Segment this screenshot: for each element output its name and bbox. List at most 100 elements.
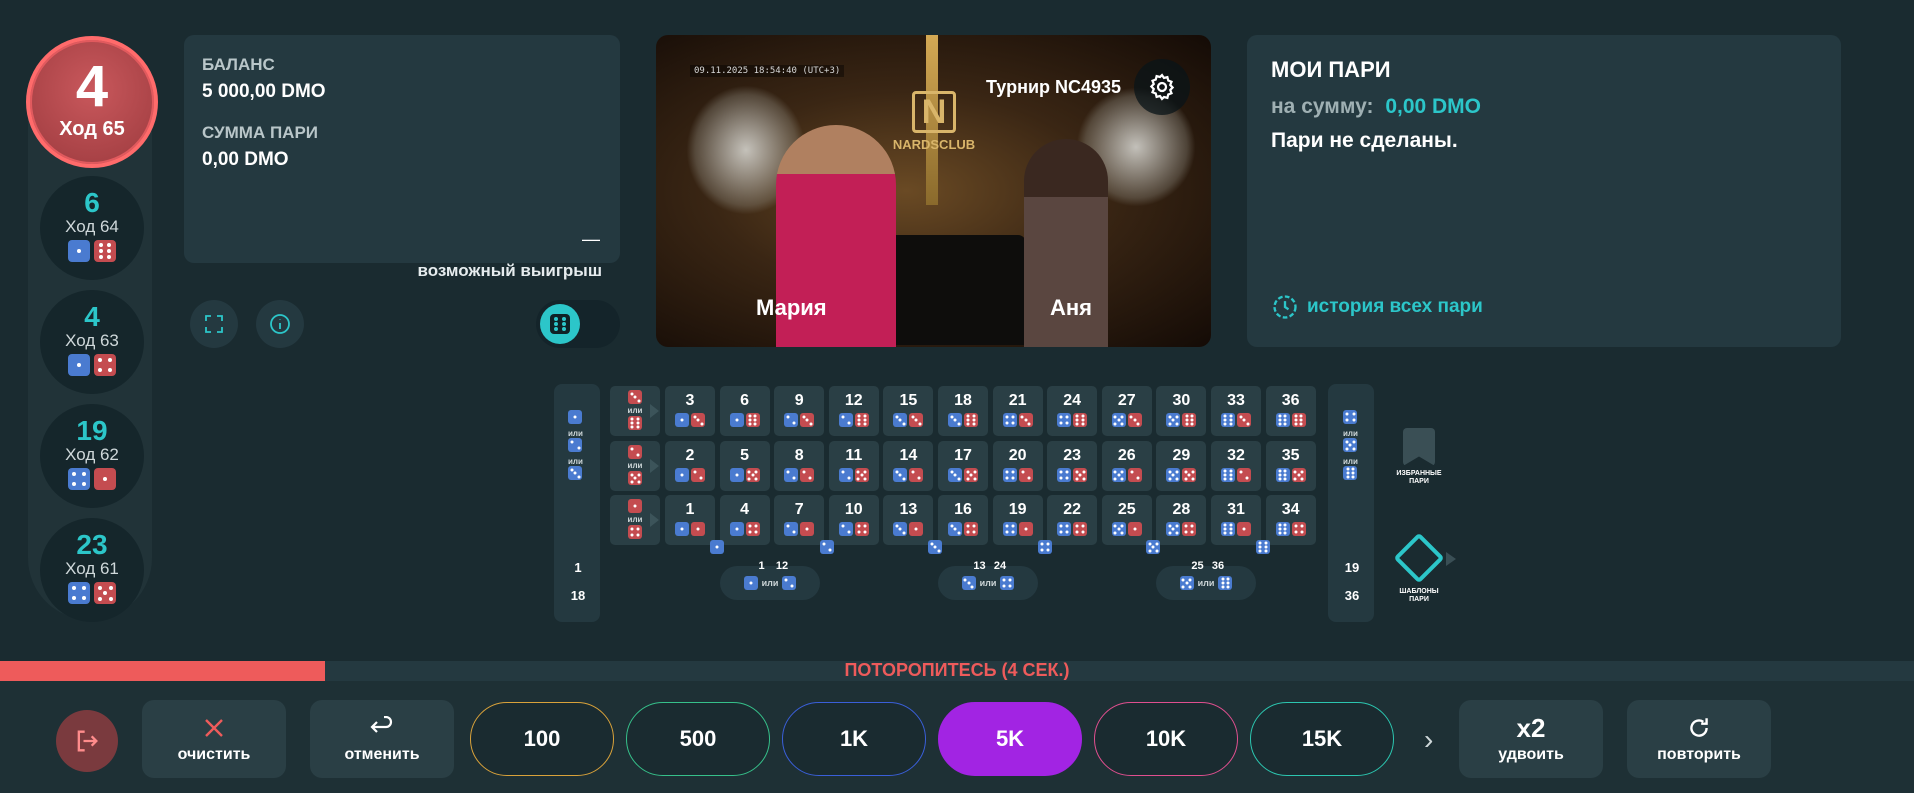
live-video: N NARDSCLUB 09.11.2025 18:54:40 (UTC+3) … [656,35,1211,347]
chips-next-arrow[interactable]: › [1424,724,1433,756]
blue-die-icon [1057,468,1072,482]
number-cell[interactable]: 9 [774,386,825,436]
history-number: 6 [84,187,100,218]
chip-10k[interactable]: 10K [1094,702,1238,776]
blue-die-icon [675,413,689,427]
exit-icon [77,730,98,752]
chip-500[interactable]: 500 [626,702,770,776]
repeat-button[interactable]: повторить [1627,700,1771,778]
number-cell[interactable]: 24 [1047,386,1098,436]
dozen-bet[interactable]: или [720,566,820,600]
player-right-name: Аня [1050,295,1093,320]
blue-die-icon [948,522,962,536]
number-cell[interactable]: 7 [774,495,825,545]
number-cell[interactable]: 31 [1211,495,1261,545]
number-cell[interactable]: 10 [828,495,879,545]
current-number: 4 [75,54,109,119]
chip-5k[interactable]: 5K [938,702,1082,776]
blue-die-icon [928,540,942,554]
bet-history-link[interactable]: история всех пари [1271,293,1483,321]
number-cell[interactable]: 34 [1265,495,1316,545]
blue-die-icon [1000,576,1015,590]
blue-die-icon [1166,522,1181,536]
chip-100[interactable]: 100 [470,702,614,776]
blue-die-icon [784,413,799,427]
number-cell[interactable]: 20 [992,441,1043,491]
row-bet[interactable]: или [610,495,660,545]
chip-1k[interactable]: 1K [782,702,926,776]
dice-view-toggle[interactable] [536,300,620,348]
number-cell[interactable]: 26 [1101,441,1152,491]
number-cell[interactable]: 33 [1211,386,1261,436]
number-cell[interactable]: 2 [665,441,715,491]
number-cell[interactable]: 32 [1211,441,1261,491]
number-cell[interactable]: 30 [1156,386,1207,436]
double-icon: x2 [1516,712,1546,743]
number-cell[interactable]: 18 [938,386,988,436]
number-cell[interactable]: 4 [719,495,770,545]
blue-die-icon [1038,540,1052,554]
dozen-from: 1 [758,560,765,572]
number-cell[interactable]: 3 [665,386,715,436]
number-cell[interactable]: 5 [719,441,770,491]
double-button[interactable]: x2 удвоить [1459,700,1603,778]
blue-die-icon [729,413,744,427]
bet-templates-button[interactable]: ШАБЛОНЫ ПАРИ [1390,532,1448,604]
history-item: 23 Ход 61 [40,518,144,622]
number-cell[interactable]: 27 [1101,386,1152,436]
red-die-icon [628,445,642,459]
number-cell[interactable]: 17 [938,441,988,491]
red-die-icon [691,522,705,536]
dozen-bet[interactable]: или [938,566,1038,600]
number-cell[interactable]: 16 [938,495,988,545]
high-range-from: 19 [1344,560,1360,575]
number-cell[interactable]: 6 [719,386,770,436]
number-cell[interactable]: 11 [828,441,879,491]
blue-die-icon [893,468,908,482]
exit-button[interactable] [56,710,118,772]
diamond-icon [1393,532,1445,584]
info-button[interactable] [256,300,304,348]
red-die-icon [1291,413,1306,427]
number-cell[interactable]: 19 [992,495,1043,545]
blue-die-icon [1166,413,1181,427]
blue-die-icon [1002,522,1017,536]
settings-button[interactable] [1134,59,1190,115]
history-move: Ход 62 [65,445,119,464]
number-cell[interactable]: 36 [1265,386,1316,436]
chip-15k[interactable]: 15K [1250,702,1394,776]
row-bet[interactable]: или [610,441,660,491]
blue-die-icon [1002,468,1017,482]
red-die-icon [1127,522,1142,536]
possible-win-value: — [582,229,600,249]
blue-die-icon [784,468,799,482]
number-cell[interactable]: 22 [1047,495,1098,545]
undo-button[interactable]: отменить [310,700,454,778]
number-cell[interactable]: 28 [1156,495,1207,545]
video-timestamp: 09.11.2025 18:54:40 (UTC+3) [690,65,845,77]
number-cell[interactable]: 14 [883,441,934,491]
number-cell[interactable]: 21 [992,386,1043,436]
clear-button[interactable]: очистить [142,700,286,778]
blue-die-icon [568,410,583,424]
my-bets-sum: на сумму: 0,00 DMO [1271,95,1482,118]
number-cell[interactable]: 15 [883,386,934,436]
number-cell[interactable]: 12 [828,386,879,436]
number-cell[interactable]: 29 [1156,441,1207,491]
number-cell[interactable]: 25 [1101,495,1152,545]
red-die-icon [94,354,116,376]
dozen-bet[interactable]: или [1156,566,1256,600]
blue-die-icon [820,540,834,554]
red-die-icon [628,525,642,539]
number-cell[interactable]: 13 [883,495,934,545]
number-cell[interactable]: 8 [774,441,825,491]
number-cell[interactable]: 35 [1265,441,1316,491]
number-cell[interactable]: 23 [1047,441,1098,491]
dozen-to: 12 [775,560,789,572]
history-number: 19 [76,415,108,446]
blue-die-icon [1275,522,1290,536]
number-cell[interactable]: 1 [665,495,715,545]
fullscreen-button[interactable] [190,300,238,348]
row-bet[interactable]: или [610,386,660,436]
favorite-bets-button[interactable]: ИЗБРАННЫЕ ПАРИ [1394,428,1444,486]
